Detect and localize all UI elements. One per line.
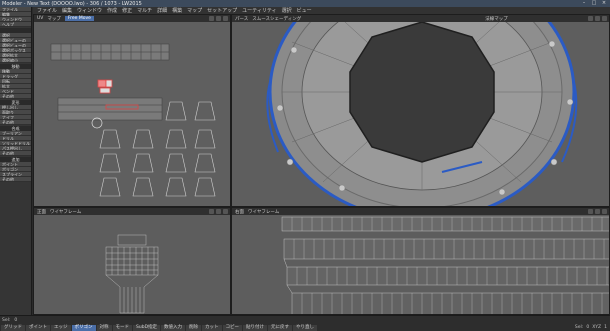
- sidebar-item[interactable]: その他: [0, 120, 31, 125]
- perspective-viewport[interactable]: パース スムースシェーディング 法線マップ: [231, 14, 610, 207]
- sidebar-item[interactable]: その他: [0, 151, 31, 156]
- zoom-view-icon[interactable]: [595, 16, 600, 21]
- zoom-view-icon[interactable]: [216, 16, 221, 21]
- menu-construct[interactable]: 構築: [172, 7, 182, 14]
- selection-count: 0: [14, 318, 18, 323]
- viewport-mode[interactable]: スムースシェーディング: [252, 16, 301, 22]
- menu-window[interactable]: ウィンドウ: [77, 7, 102, 14]
- move-view-icon[interactable]: [209, 16, 214, 21]
- viewport-mode[interactable]: Free Move: [64, 16, 94, 21]
- close-button[interactable]: ×: [600, 0, 608, 6]
- menu-modify[interactable]: 修正: [122, 7, 132, 14]
- viewport-label[interactable]: UV: [37, 16, 43, 21]
- zoom-view-icon[interactable]: [595, 209, 600, 214]
- sidebar-item[interactable]: 選択縮小: [0, 58, 31, 63]
- viewport-label[interactable]: パース: [235, 16, 248, 22]
- window-title: Modeler - New Text (DOOOO.lwo) - 306 / 1…: [2, 0, 142, 7]
- viewport-icons: [588, 16, 607, 21]
- right-canvas: [232, 215, 609, 314]
- front-canvas: [34, 215, 230, 314]
- viewport-header: 正面 ワイヤフレーム: [34, 208, 230, 215]
- viewport-icons: [588, 209, 607, 214]
- maximize-view-icon[interactable]: [602, 209, 607, 214]
- bottom-toolbar: グリッド ポイント エッジ ポリゴン 対称 モード SubD指定 数値入力 削除…: [0, 324, 610, 331]
- sidebar-item[interactable]: ヘルプ: [0, 22, 31, 27]
- title-bar: Modeler - New Text (DOOOO.lwo) - 306 / 1…: [0, 0, 610, 7]
- undo-button[interactable]: 元に戻す: [268, 325, 293, 331]
- menu-select[interactable]: 選択: [282, 7, 292, 14]
- right-viewport[interactable]: 右面 ワイヤフレーム: [231, 207, 610, 315]
- status-row: Sel: 0: [2, 317, 17, 324]
- maximize-view-icon[interactable]: [223, 16, 228, 21]
- mode-button[interactable]: モード: [112, 325, 132, 331]
- status-right-layer: 1: [604, 325, 607, 330]
- tool-sidebar: ファイル 編集 ウィンドウ ヘルプ 選択 選択ビューの 選択ビューの 選択ボック…: [0, 7, 32, 315]
- status-right-value: 0: [586, 325, 590, 330]
- window-controls: – □ ×: [580, 0, 608, 6]
- menu-edit[interactable]: 編集: [62, 7, 72, 14]
- maximize-view-icon[interactable]: [602, 16, 607, 21]
- sidebar-item[interactable]: その他: [0, 177, 31, 182]
- viewport-mode-secondary[interactable]: 法線マップ: [485, 16, 508, 22]
- menu-view[interactable]: ビュー: [297, 7, 312, 14]
- viewport-label[interactable]: 正面: [37, 209, 46, 215]
- copy-button[interactable]: コピー: [222, 325, 243, 331]
- menu-setup[interactable]: セットアップ: [207, 7, 237, 14]
- status-right: Sel: 0 XYZ 1: [575, 325, 607, 330]
- menu-detail[interactable]: 詳細: [157, 7, 167, 14]
- numeric-button[interactable]: 数値入力: [161, 325, 186, 331]
- menu-map[interactable]: マップ: [187, 7, 202, 14]
- viewport-header: パース スムースシェーディング 法線マップ: [232, 15, 609, 22]
- uv-map-canvas: [34, 22, 230, 206]
- points-mode-button[interactable]: ポイント: [26, 325, 50, 331]
- menu-utility[interactable]: ユーティリティ: [242, 7, 276, 14]
- status-bar: Sel: 0 グリッド ポイント エッジ ポリゴン 対称 モード SubD指定 …: [0, 315, 610, 331]
- viewport-mode[interactable]: ワイヤフレーム: [50, 209, 81, 215]
- status-right-label: Sel:: [574, 325, 584, 330]
- delete-button[interactable]: 削除: [186, 325, 202, 331]
- viewport-header: UV マップ Free Move: [34, 15, 230, 22]
- menu-bar: ファイル 編集 ウィンドウ 作成 修正 マルチ 詳細 構築 マップ セットアップ…: [33, 7, 610, 14]
- viewport-mode[interactable]: ワイヤフレーム: [248, 209, 279, 215]
- paste-button[interactable]: 貼り付け: [243, 325, 268, 331]
- maximize-button[interactable]: □: [590, 0, 598, 6]
- menu-file[interactable]: ファイル: [37, 7, 57, 14]
- viewport-layer[interactable]: マップ: [47, 16, 61, 22]
- grid-button[interactable]: グリッド: [1, 325, 25, 331]
- move-view-icon[interactable]: [209, 209, 214, 214]
- move-view-icon[interactable]: [588, 209, 593, 214]
- viewport-icons: [209, 16, 228, 21]
- polygons-mode-button[interactable]: ポリゴン: [71, 325, 96, 331]
- selection-label: Sel:: [2, 318, 11, 323]
- perspective-canvas: [232, 22, 609, 206]
- subd-button[interactable]: SubD指定: [133, 325, 161, 331]
- status-right-axis: XYZ: [592, 325, 602, 330]
- edges-mode-button[interactable]: エッジ: [51, 325, 71, 331]
- viewport-label[interactable]: 右面: [235, 209, 244, 215]
- uv-viewport[interactable]: UV マップ Free Move: [33, 14, 231, 207]
- menu-multiply[interactable]: マルチ: [137, 7, 152, 14]
- minimize-button[interactable]: –: [580, 0, 588, 6]
- menu-create[interactable]: 作成: [107, 7, 117, 14]
- maximize-view-icon[interactable]: [223, 209, 228, 214]
- move-view-icon[interactable]: [588, 16, 593, 21]
- front-viewport[interactable]: 正面 ワイヤフレーム: [33, 207, 231, 315]
- viewport-header: 右面 ワイヤフレーム: [232, 208, 609, 215]
- sidebar-item[interactable]: その他: [0, 94, 31, 99]
- symmetry-button[interactable]: 対称: [96, 325, 112, 331]
- cut-button[interactable]: カット: [202, 325, 222, 331]
- viewport-icons: [209, 209, 228, 214]
- redo-button[interactable]: やり直し: [293, 325, 318, 331]
- zoom-view-icon[interactable]: [216, 209, 221, 214]
